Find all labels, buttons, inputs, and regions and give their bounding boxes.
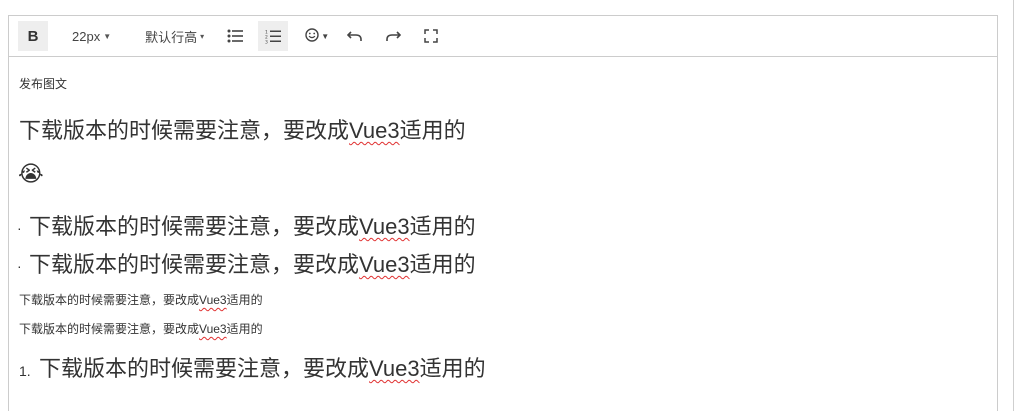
font-size-label: 22px [72, 28, 101, 44]
paragraph-text: 下载版本的时候需要注意，要改成 [19, 322, 200, 336]
spellcheck-word[interactable]: Vue3 [349, 118, 400, 143]
list-bulleted-icon [227, 29, 244, 43]
fullscreen-button[interactable] [416, 21, 446, 51]
bullet-icon: · [17, 220, 22, 237]
paragraph-text: 适用的 [226, 322, 263, 336]
paragraph-small: 下载版本的时候需要注意，要改成Vue3适用的 [19, 291, 263, 308]
numbered-list-item: 1. 下载版本的时候需要注意，要改成Vue3适用的 [19, 351, 486, 383]
svg-text:3: 3 [265, 39, 268, 44]
numbered-list-button[interactable]: 1 2 3 [258, 21, 289, 51]
spellcheck-word[interactable]: Vue3 [359, 252, 410, 277]
redo-button[interactable] [378, 21, 408, 51]
spellcheck-word[interactable]: Vue3 [369, 356, 420, 381]
editor-toolbar: B 22px ▼ 默认行高 ▾ 1 2 3 ▼ [9, 16, 997, 57]
rich-text-editor: B 22px ▼ 默认行高 ▾ 1 2 3 ▼ 发布图文 下载版本的时候需要注意… [8, 15, 998, 411]
bulleted-list-button[interactable] [220, 21, 250, 51]
paragraph-heading: 发布图文 [19, 75, 67, 92]
list-item-text: 下载版本的时候需要注意，要改成 [39, 356, 370, 381]
list-item: · 下载版本的时候需要注意，要改成Vue3适用的 [17, 209, 476, 241]
list-item-text: 下载版本的时候需要注意，要改成 [29, 252, 360, 277]
undo-button[interactable] [340, 21, 370, 51]
paragraph-small: 下载版本的时候需要注意，要改成Vue3适用的 [19, 320, 263, 337]
page: B 22px ▼ 默认行高 ▾ 1 2 3 ▼ 发布图文 下载版本的时候需要注意… [0, 0, 1016, 411]
paragraph-text: 下载版本的时候需要注意，要改成 [19, 118, 350, 143]
paragraph-emoji: 😭 [18, 161, 44, 187]
chevron-down-icon: ▼ [103, 31, 112, 41]
chevron-down-icon: ▾ [200, 31, 205, 41]
fullscreen-icon [424, 29, 438, 43]
list-item: · 下载版本的时候需要注意，要改成Vue3适用的 [17, 247, 476, 279]
bullet-icon: · [17, 258, 22, 275]
spellcheck-word[interactable]: Vue3 [199, 322, 227, 336]
list-item-text: 适用的 [409, 214, 476, 239]
paragraph-text: 适用的 [399, 118, 466, 143]
bold-button[interactable]: B [18, 21, 48, 51]
line-height-dropdown[interactable]: 默认行高 ▾ [145, 21, 204, 51]
paragraph-large: 下载版本的时候需要注意，要改成Vue3适用的 [19, 113, 466, 145]
line-height-label: 默认行高 [145, 29, 198, 45]
spellcheck-word[interactable]: Vue3 [359, 214, 410, 239]
list-item-text: 下载版本的时候需要注意，要改成 [29, 214, 360, 239]
redo-icon [385, 30, 402, 42]
list-number: 1. [19, 363, 31, 379]
list-numbered-icon: 1 2 3 [265, 29, 282, 44]
window-edge [1013, 0, 1014, 411]
undo-icon [347, 30, 363, 42]
emoji-dropdown[interactable]: ▼ [302, 21, 332, 51]
heading-text: 发布图文 [19, 77, 68, 91]
list-item-text: 适用的 [419, 356, 486, 381]
crying-face-icon: 😭 [18, 161, 44, 186]
emoji-smile-icon [305, 27, 319, 45]
paragraph-text: 适用的 [226, 293, 263, 307]
font-size-dropdown[interactable]: 22px ▼ [72, 21, 111, 51]
chevron-down-icon: ▼ [321, 31, 330, 41]
spellcheck-word[interactable]: Vue3 [199, 293, 227, 307]
list-item-text: 适用的 [409, 252, 476, 277]
paragraph-text: 下载版本的时候需要注意，要改成 [19, 293, 200, 307]
